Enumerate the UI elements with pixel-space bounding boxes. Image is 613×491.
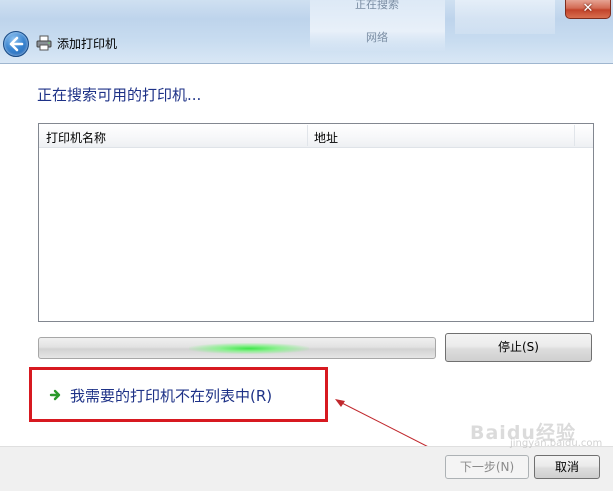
green-arrow-icon — [49, 389, 61, 401]
close-button[interactable]: ✕ — [565, 0, 611, 19]
column-header-address[interactable]: 地址 — [314, 129, 338, 146]
page-heading: 正在搜索可用的打印机... — [37, 86, 202, 104]
baidu-watermark-url: jingyan.baidu.com — [510, 438, 603, 449]
background-window-text: 网络 — [366, 31, 388, 44]
cancel-button[interactable]: 取消 — [534, 455, 600, 479]
back-arrow-icon — [9, 36, 24, 52]
printer-not-listed-link[interactable]: 我需要的打印机不在列表中(R) — [70, 385, 272, 406]
printer-icon — [36, 35, 52, 51]
search-progress-bar — [38, 337, 436, 359]
stop-button[interactable]: 停止(S) — [445, 333, 592, 362]
window-title: 添加打印机 — [57, 37, 118, 51]
background-glass-reflection — [455, 0, 555, 34]
column-divider[interactable] — [574, 125, 575, 146]
back-button[interactable] — [3, 31, 29, 57]
column-divider[interactable] — [307, 125, 308, 146]
window-titlebar: 正在搜索 网络 — [0, 0, 613, 64]
close-icon: ✕ — [582, 1, 594, 16]
next-button[interactable]: 下一步(N) — [445, 455, 529, 479]
list-header: 打印机名称 地址 — [39, 124, 593, 148]
column-header-printer-name[interactable]: 打印机名称 — [46, 129, 106, 146]
progress-marquee — [189, 343, 309, 354]
printer-list[interactable]: 打印机名称 地址 — [38, 123, 594, 322]
background-window-text: 正在搜索 — [355, 0, 399, 11]
